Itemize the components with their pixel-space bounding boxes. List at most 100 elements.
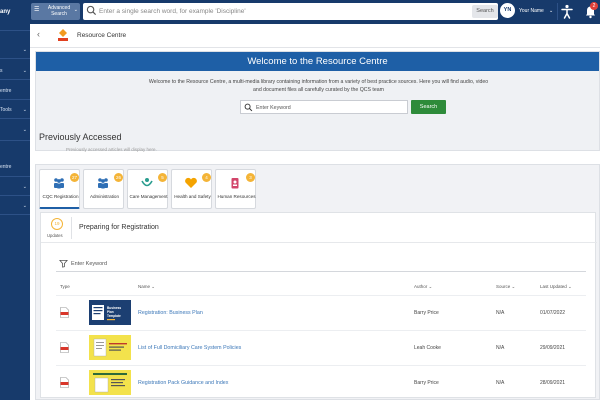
chevron-down-icon: ⌄ (22, 127, 27, 133)
column-label: Name (138, 284, 151, 289)
sidebar-divider (0, 58, 30, 59)
author: Leah Cooke (414, 345, 441, 351)
document-link[interactable]: Registration Pack Guidance and Index (138, 380, 228, 386)
chevron-down-icon: ⌄ (549, 8, 554, 14)
chevron-down-icon: ⌄ (22, 184, 27, 190)
tab-cqc-registration[interactable]: 27 CQC Registration (39, 169, 80, 209)
sidebar-item-label: s (0, 68, 3, 74)
advanced-search-button[interactable]: ☰ Advanced Search ⌄ (31, 3, 80, 20)
pdf-file-icon (60, 342, 69, 353)
keyword-search-input[interactable]: Enter Keyword (240, 100, 408, 114)
source: N/A (496, 310, 505, 316)
chevron-down-icon: ⌄ (22, 68, 27, 74)
chevron-down-icon: ⌄ (73, 7, 78, 13)
filter-placeholder: Enter Keyword (71, 261, 108, 267)
tab-count-badge: 27 (70, 173, 79, 182)
document-thumbnail (89, 335, 131, 360)
back-arrow-icon[interactable]: ‹ (37, 29, 40, 39)
author: Barry Price (414, 380, 439, 386)
notification-badge: 2 (590, 2, 598, 10)
source: N/A (496, 345, 505, 351)
avatar: YN (500, 3, 515, 18)
column-label: Last Updated (540, 284, 567, 289)
pdf-file-icon (60, 377, 69, 388)
sidebar-item-label: Tools (0, 107, 12, 113)
left-sidebar: any ⌄ s ⌄ entre Tools ⌄ ⌄ entre ⌄ ⌄ (0, 0, 30, 400)
column-label: Source (496, 284, 511, 289)
accessibility-button[interactable] (557, 3, 574, 20)
tab-care-management[interactable]: 5 Care Management (127, 169, 168, 209)
chevron-down-icon: ⌄ (22, 47, 27, 53)
banner-search-button[interactable]: Search (411, 100, 446, 114)
document-link[interactable]: List of Full Domiciliary Care System Pol… (138, 345, 241, 351)
updates-label: Updates (47, 233, 63, 238)
sidebar-divider (0, 214, 30, 215)
sidebar-divider (0, 118, 30, 119)
banner-description: Welcome to the Resource Centre, a multi-… (148, 79, 489, 93)
search-button[interactable]: Search (472, 5, 498, 18)
user-menu[interactable]: YN Your Name ⌄ (500, 3, 560, 20)
advanced-search-label: Advanced Search (47, 5, 71, 17)
table-row[interactable]: Business Plan Template Registration: Busin… (56, 295, 586, 329)
keyword-filter-input[interactable]: Enter Keyword (56, 258, 586, 272)
sidebar-divider (0, 99, 30, 100)
people-icon (98, 178, 108, 189)
filter-sliders-icon: ☰ (34, 7, 40, 13)
tab-health-and-safety[interactable]: 4 Health and Safety (171, 169, 212, 209)
keyword-placeholder: Enter Keyword (256, 105, 291, 111)
pdf-file-icon (60, 307, 69, 318)
category-header: 19 Updates Preparing for Registration (41, 213, 597, 243)
sidebar-brand: any (0, 9, 11, 15)
last-updated: 29/09/2021 (540, 345, 566, 351)
sidebar-divider (0, 176, 30, 177)
sidebar-divider (0, 140, 30, 141)
table-row[interactable]: List of Full Domiciliary Care System Pol… (56, 330, 586, 364)
people-icon (54, 178, 64, 189)
tab-human-resources[interactable]: 3 Human Resources (215, 169, 256, 209)
chevron-down-icon: ⌄ (22, 203, 27, 209)
document-link[interactable]: Registration: Business Plan (138, 310, 203, 316)
sidebar-divider (0, 30, 30, 31)
tab-count-badge: 5 (158, 173, 167, 182)
tab-count-badge: 3 (246, 173, 255, 182)
column-header-author[interactable]: Author ⌄ (414, 284, 432, 290)
user-name: Your Name (519, 8, 544, 14)
column-header-name[interactable]: Name ⌄ (138, 284, 155, 290)
column-header-type: Type (60, 284, 70, 289)
tab-label: CQC Registration (42, 194, 79, 199)
id-badge-icon (231, 178, 239, 189)
accessibility-icon (561, 4, 573, 19)
tab-administration[interactable]: 26 Administration (83, 169, 124, 209)
sidebar-divider (0, 195, 30, 196)
column-header-last-updated[interactable]: Last Updated ⌄ (540, 284, 572, 290)
table-row[interactable]: Registration Pack Guidance and Index Bar… (56, 365, 586, 399)
tab-label: Health and Safety (174, 194, 211, 199)
search-placeholder: Enter a single search word, for example … (99, 8, 246, 15)
page-header: ‹ Resource Centre (30, 24, 600, 48)
category-tabs-panel: 27 CQC Registration 26 Administration 5 … (35, 164, 600, 400)
updates-count: 19 (51, 218, 63, 230)
last-updated: 01/07/2022 (540, 310, 566, 316)
search-icon (86, 5, 97, 16)
source: N/A (496, 380, 505, 386)
main-content: ‹ Resource Centre Welcome to the Resourc… (30, 24, 600, 400)
sidebar-item-label: entre (0, 164, 12, 170)
author: Barry Price (414, 310, 439, 316)
previously-accessed-subtitle: Previously accessed articles will displa… (66, 147, 157, 152)
chevron-down-icon: ⌄ (22, 107, 27, 113)
care-icon (141, 178, 153, 187)
last-updated: 28/09/2021 (540, 380, 566, 386)
category-panel: 19 Updates Preparing for Registration En… (40, 212, 597, 399)
column-header-source[interactable]: Source ⌄ (496, 284, 515, 290)
tab-label: Administration (89, 194, 120, 199)
heart-icon (185, 177, 197, 188)
page-title: Resource Centre (77, 32, 127, 39)
global-search-input[interactable]: Enter a single search word, for example … (83, 3, 498, 20)
banner-heading: Welcome to the Resource Centre (36, 52, 599, 71)
svg-text:Template: Template (107, 314, 121, 318)
sidebar-divider (0, 79, 30, 80)
column-label: Author (414, 284, 428, 289)
tab-label: Human Resources (217, 194, 256, 199)
notifications-button[interactable]: 2 (582, 2, 599, 20)
document-thumbnail: BusinessPlanTemplate (89, 300, 131, 325)
